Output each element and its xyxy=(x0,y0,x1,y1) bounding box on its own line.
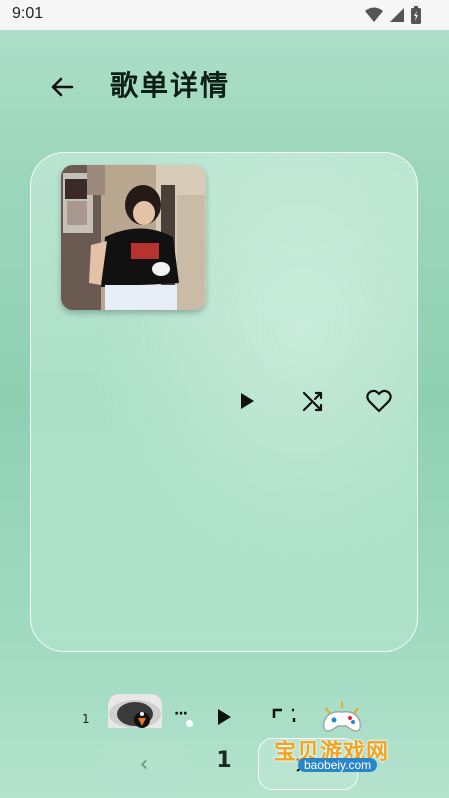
mini-play-button[interactable] xyxy=(216,708,232,730)
play-all-button[interactable] xyxy=(231,387,263,419)
favorite-button[interactable] xyxy=(363,387,395,419)
current-page-number: 1 xyxy=(216,748,232,773)
shuffle-icon xyxy=(302,390,324,416)
status-icons xyxy=(365,6,421,24)
more-button[interactable]: ··· xyxy=(174,706,188,722)
playlist-card xyxy=(30,152,418,652)
shuffle-button[interactable] xyxy=(297,387,329,419)
playlist-actions xyxy=(231,387,392,419)
back-button[interactable] xyxy=(46,74,78,104)
page-title: 歌单详情 xyxy=(110,69,231,102)
song-thumbnail[interactable] xyxy=(108,694,162,728)
status-time: 9:01 xyxy=(12,5,44,22)
battery-icon xyxy=(411,6,421,24)
wifi-icon xyxy=(365,7,383,23)
watermark-url: baobeiy.com xyxy=(298,758,378,772)
progress-dot xyxy=(186,720,193,727)
track-index: 1 xyxy=(82,712,90,726)
playlist-cover-image[interactable] xyxy=(61,165,206,310)
signal-icon xyxy=(389,7,405,23)
status-bar: 9:01 xyxy=(0,0,449,30)
play-icon xyxy=(239,392,255,414)
watermark: 宝贝游戏网 baobeiy.com xyxy=(274,700,424,780)
arrow-left-icon xyxy=(50,76,74,102)
heart-outline-icon xyxy=(366,389,392,417)
chevron-left-icon: ‹ xyxy=(139,751,149,777)
prev-page-button[interactable]: ‹ xyxy=(100,738,188,790)
top-app-bar: 歌单详情 xyxy=(0,58,449,118)
